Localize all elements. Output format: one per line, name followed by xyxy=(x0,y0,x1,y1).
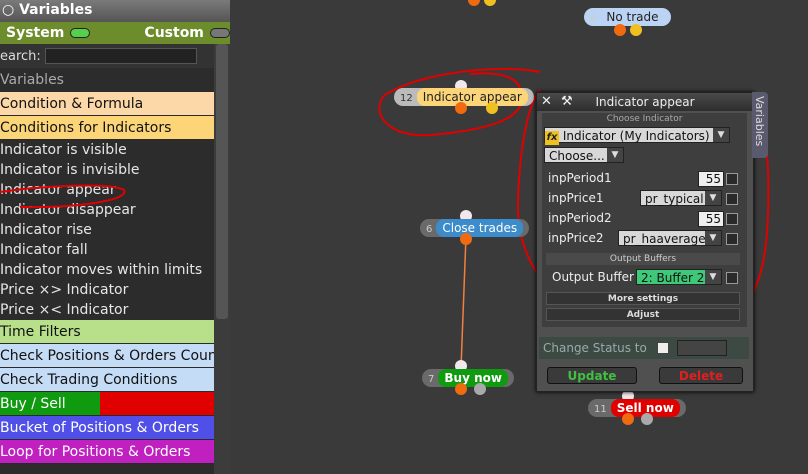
param-select-value: pr_typical xyxy=(645,192,704,206)
param-checkbox[interactable] xyxy=(726,213,738,225)
node-label: Indicator appear xyxy=(416,88,528,106)
annotation-underline-item xyxy=(0,184,126,209)
param-value-input[interactable]: 55 xyxy=(698,211,724,227)
param-label: inpPeriod1 xyxy=(548,171,612,185)
chevron-down-icon: ▼ xyxy=(705,191,721,205)
node-port-out[interactable] xyxy=(486,102,498,114)
close-icon[interactable]: ✕ xyxy=(541,93,552,111)
change-status-checkbox[interactable] xyxy=(657,342,669,354)
param-label: inpPrice2 xyxy=(548,231,604,245)
param-checkbox[interactable] xyxy=(726,193,738,205)
param-label: inpPrice1 xyxy=(548,191,604,205)
node-buy-now[interactable]: 7 Buy now xyxy=(422,369,514,387)
chevron-down-icon: ▼ xyxy=(713,128,729,142)
node-label: Close trades xyxy=(436,219,524,237)
node-port-out[interactable] xyxy=(455,102,467,114)
param-select[interactable]: pr_haaverage ▼ xyxy=(618,230,722,246)
node-number: 6 xyxy=(426,224,433,235)
node-port-out[interactable] xyxy=(641,413,653,425)
dialog-header: ✕ ⚒ Indicator appear xyxy=(537,93,753,111)
adjust-button[interactable]: Adjust xyxy=(546,308,740,321)
node-sell-now[interactable]: 11 Sell now xyxy=(588,399,686,417)
wrench-icon[interactable]: ⚒ xyxy=(561,93,573,111)
node-number: 7 xyxy=(428,374,435,385)
change-status-row: Change Status to xyxy=(539,337,749,359)
node-number: 12 xyxy=(400,93,413,104)
chevron-down-icon: ▼ xyxy=(705,231,721,245)
variables-side-tab[interactable]: Variables xyxy=(752,92,768,158)
output-buffer-checkbox[interactable] xyxy=(726,272,738,284)
output-buffer-value: 2: Buffer 2 xyxy=(641,271,705,285)
dialog-title: Indicator appear xyxy=(595,95,695,109)
node-port-out[interactable] xyxy=(455,383,467,395)
indicator-dialog: ✕ ⚒ Indicator appear Choose Indicator fx… xyxy=(536,92,754,392)
node-port-out[interactable] xyxy=(474,383,486,395)
param-label: inpPeriod2 xyxy=(548,211,612,225)
choose-indicator-label: Choose Indicator xyxy=(606,114,683,124)
node-port-out[interactable] xyxy=(630,24,642,36)
change-status-field[interactable] xyxy=(677,340,727,356)
dialog-body: Choose Indicator fx Indicator (My Indica… xyxy=(542,113,747,327)
delete-button[interactable]: Delete xyxy=(659,367,743,384)
node-close-trades[interactable]: 6 Close trades xyxy=(420,219,530,237)
change-status-label: Change Status to xyxy=(543,341,647,355)
choose-select-value: Choose... xyxy=(549,149,605,163)
node-number: 11 xyxy=(594,404,607,415)
param-select[interactable]: pr_typical ▼ xyxy=(640,190,722,206)
indicator-select[interactable]: fx Indicator (My Indicators) ▼ xyxy=(544,127,730,145)
link-line xyxy=(460,235,467,369)
node-port-out[interactable] xyxy=(614,24,626,36)
choose-select[interactable]: Choose... ▼ xyxy=(544,147,624,163)
param-checkbox[interactable] xyxy=(726,173,738,185)
indicator-select-value: Indicator (My Indicators) xyxy=(562,129,710,143)
node-number: 8 xyxy=(590,13,597,24)
param-select-value: pr_haaverage xyxy=(623,232,706,246)
side-tab-label: Variables xyxy=(753,96,766,147)
param-checkbox[interactable] xyxy=(726,233,738,245)
chevron-down-icon: ▼ xyxy=(607,148,623,162)
param-value-input[interactable]: 55 xyxy=(698,171,724,187)
node-no-trade[interactable]: 8 No trade xyxy=(584,8,671,26)
output-buffers-header: Output Buffers xyxy=(546,253,740,265)
node-port-out[interactable] xyxy=(622,413,634,425)
update-button[interactable]: Update xyxy=(547,367,637,384)
function-icon: fx xyxy=(545,131,559,145)
node-label: Buy now xyxy=(438,369,508,387)
more-settings-button[interactable]: More settings xyxy=(546,292,740,305)
output-buffer-select[interactable]: 2: Buffer 2 ▼ xyxy=(636,269,722,285)
output-buffer-label: Output Buffer xyxy=(552,270,634,284)
chevron-down-icon: ▼ xyxy=(705,270,721,284)
node-label: No trade xyxy=(606,10,659,24)
node-port-out[interactable] xyxy=(460,233,472,245)
